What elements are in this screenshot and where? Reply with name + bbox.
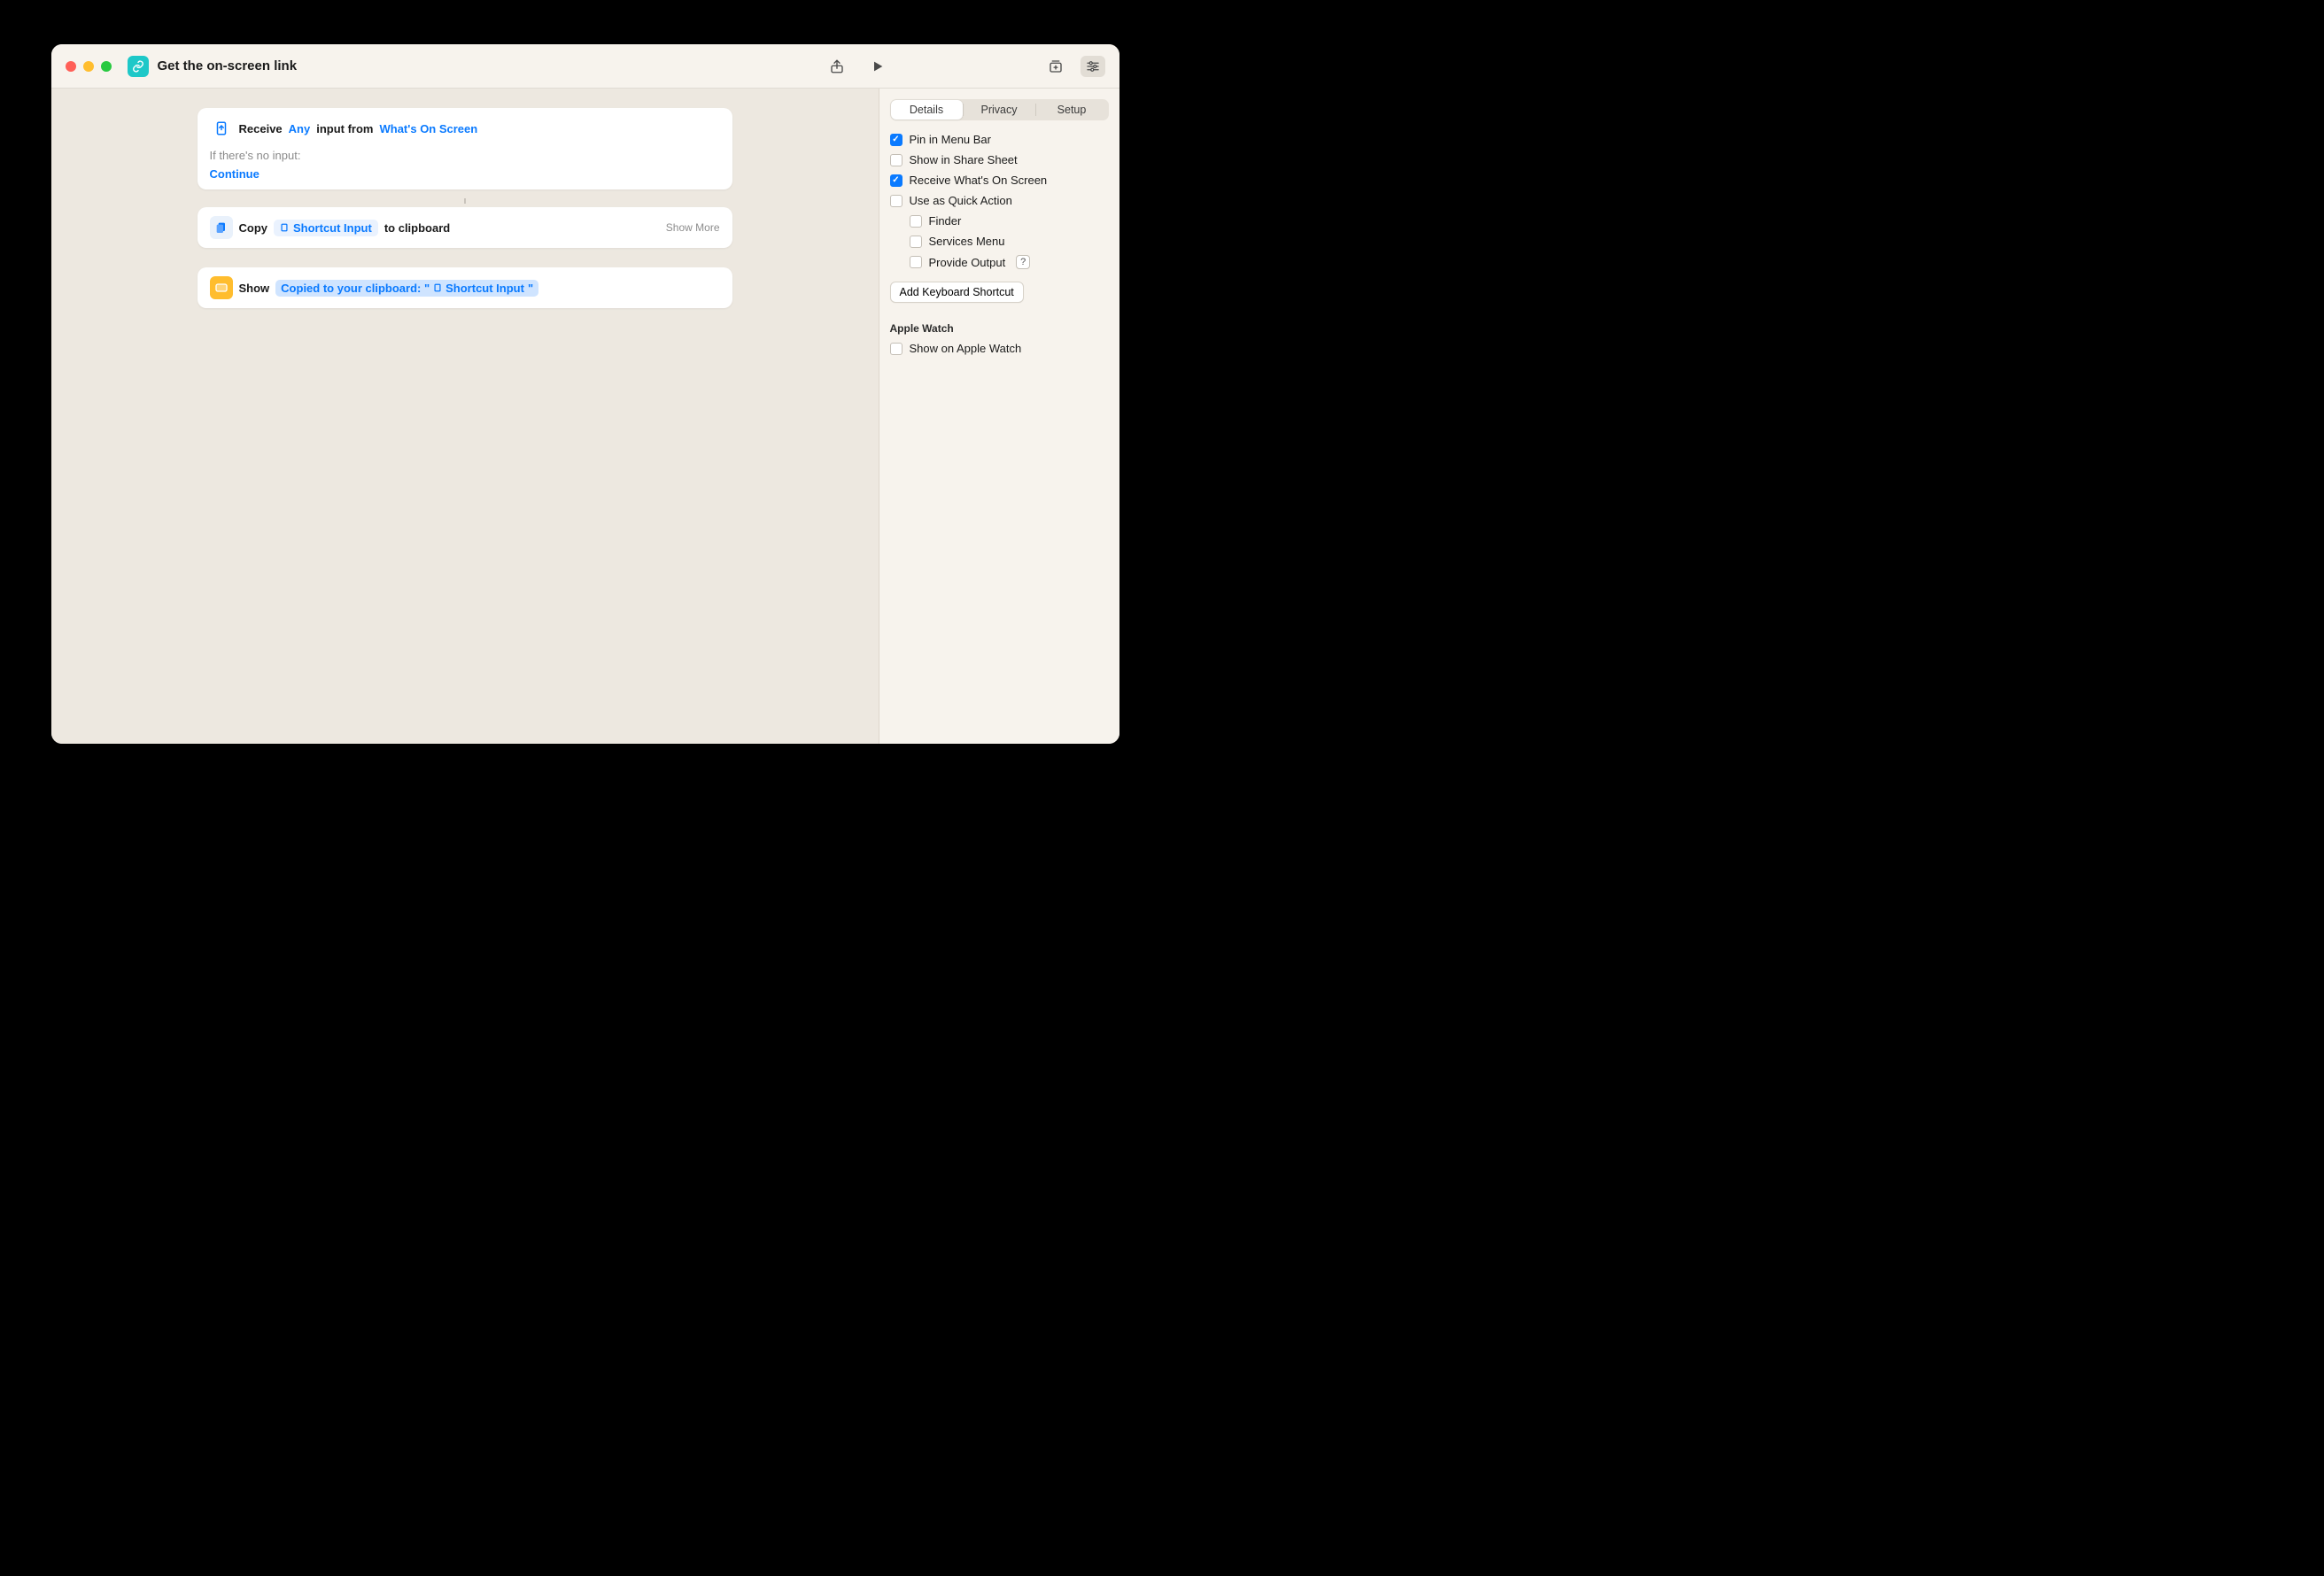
label: Pin in Menu Bar bbox=[910, 133, 992, 146]
shortcut-icon bbox=[128, 56, 149, 77]
option-provide-output[interactable]: Provide Output ? bbox=[910, 255, 1109, 269]
action-copy[interactable]: Copy Shortcut Input to clipboard Show Mo… bbox=[198, 207, 732, 248]
copy-suffix: to clipboard bbox=[384, 221, 450, 235]
option-services-menu[interactable]: Services Menu bbox=[910, 235, 1109, 248]
receive-source-token[interactable]: What's On Screen bbox=[379, 122, 477, 135]
option-pin-menu-bar[interactable]: Pin in Menu Bar bbox=[890, 133, 1109, 146]
receive-icon bbox=[210, 117, 233, 140]
notif-suffix: " bbox=[528, 282, 533, 295]
receive-type-token[interactable]: Any bbox=[289, 122, 311, 135]
label: Provide Output bbox=[929, 256, 1006, 269]
help-icon[interactable]: ? bbox=[1016, 255, 1030, 269]
checkbox-icon[interactable] bbox=[890, 134, 902, 146]
inspector-panel: Details Privacy Setup Pin in Menu Bar Sh… bbox=[879, 89, 1119, 744]
titlebar-actions bbox=[829, 56, 1105, 77]
no-input-label: If there's no input: bbox=[210, 149, 720, 162]
checkbox-icon[interactable] bbox=[890, 343, 902, 355]
share-icon[interactable] bbox=[829, 58, 845, 74]
window-controls bbox=[66, 61, 112, 72]
app-window: Get the on-screen link bbox=[51, 44, 1119, 744]
label: Show on Apple Watch bbox=[910, 342, 1022, 355]
tab-setup[interactable]: Setup bbox=[1036, 100, 1108, 120]
apple-watch-header: Apple Watch bbox=[890, 322, 1109, 335]
checkbox-icon[interactable] bbox=[910, 256, 922, 268]
canvas[interactable]: Receive Any input from What's On Screen … bbox=[51, 89, 879, 744]
copy-label: Copy bbox=[239, 221, 268, 235]
copy-input-token[interactable]: Shortcut Input bbox=[274, 220, 378, 236]
show-label: Show bbox=[239, 282, 270, 295]
option-finder[interactable]: Finder bbox=[910, 214, 1109, 228]
connector bbox=[464, 198, 466, 204]
continue-token[interactable]: Continue bbox=[210, 167, 260, 181]
option-quick-action[interactable]: Use as Quick Action bbox=[890, 194, 1109, 207]
notification-content-token[interactable]: Copied to your clipboard: " Shortcut Inp… bbox=[275, 280, 538, 297]
action-receive[interactable]: Receive Any input from What's On Screen … bbox=[198, 108, 732, 189]
inspector-toggle-icon[interactable] bbox=[1081, 56, 1105, 77]
add-keyboard-shortcut-button[interactable]: Add Keyboard Shortcut bbox=[890, 282, 1024, 303]
label: Show in Share Sheet bbox=[910, 153, 1018, 166]
notification-icon bbox=[210, 276, 233, 299]
receive-input-from: input from bbox=[316, 122, 373, 135]
label: Use as Quick Action bbox=[910, 194, 1012, 207]
option-show-on-watch[interactable]: Show on Apple Watch bbox=[890, 342, 1109, 355]
notif-prefix: Copied to your clipboard: " bbox=[281, 282, 430, 295]
titlebar: Get the on-screen link bbox=[51, 44, 1119, 89]
minimize-button[interactable] bbox=[83, 61, 94, 72]
label: Finder bbox=[929, 214, 962, 228]
tab-details[interactable]: Details bbox=[891, 100, 963, 120]
action-show[interactable]: Show Copied to your clipboard: " Shortcu… bbox=[198, 267, 732, 308]
details-options: Pin in Menu Bar Show in Share Sheet Rece… bbox=[890, 133, 1109, 269]
clipboard-icon bbox=[210, 216, 233, 239]
checkbox-icon[interactable] bbox=[890, 174, 902, 187]
checkbox-icon[interactable] bbox=[890, 154, 902, 166]
zoom-button[interactable] bbox=[101, 61, 112, 72]
body: Receive Any input from What's On Screen … bbox=[51, 89, 1119, 744]
checkbox-icon[interactable] bbox=[910, 236, 922, 248]
library-icon[interactable] bbox=[1043, 56, 1068, 77]
window-title: Get the on-screen link bbox=[158, 58, 298, 73]
option-receive-screen[interactable]: Receive What's On Screen bbox=[890, 174, 1109, 187]
checkbox-icon[interactable] bbox=[910, 215, 922, 228]
inspector-tabs: Details Privacy Setup bbox=[890, 99, 1109, 120]
label: Services Menu bbox=[929, 235, 1005, 248]
show-more-button[interactable]: Show More bbox=[666, 221, 720, 234]
label: Receive What's On Screen bbox=[910, 174, 1048, 187]
run-icon[interactable] bbox=[870, 58, 886, 74]
copy-token-text: Shortcut Input bbox=[293, 221, 372, 235]
tab-privacy[interactable]: Privacy bbox=[964, 100, 1035, 120]
close-button[interactable] bbox=[66, 61, 76, 72]
checkbox-icon[interactable] bbox=[890, 195, 902, 207]
notif-token: Shortcut Input bbox=[445, 282, 524, 295]
option-share-sheet[interactable]: Show in Share Sheet bbox=[890, 153, 1109, 166]
receive-label: Receive bbox=[239, 122, 283, 135]
